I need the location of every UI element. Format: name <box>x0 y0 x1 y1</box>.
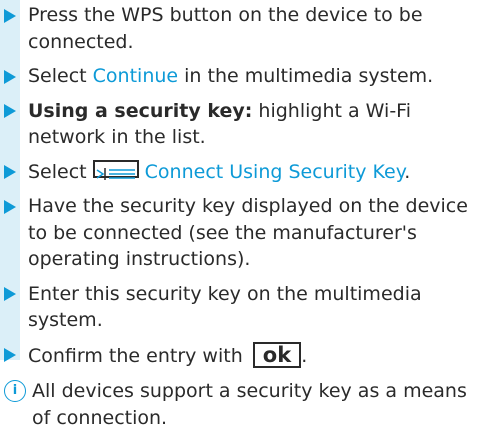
arrow-bullet-icon <box>4 98 28 118</box>
step-3-text: Using a security key: highlight a Wi-Fi … <box>28 98 481 151</box>
continue-menu-item: Continue <box>92 65 179 87</box>
info-note-text: All devices support a security key as a … <box>32 380 467 429</box>
step-5: Have the security key displayed on the d… <box>4 193 481 273</box>
step-3: Using a security key: highlight a Wi-Fi … <box>4 98 481 151</box>
arrow-bullet-icon <box>4 2 28 23</box>
step-6: Enter this security key on the multimedi… <box>4 281 481 334</box>
step-6-text: Enter this security key on the multimedi… <box>28 282 422 332</box>
info-icon: i <box>4 380 26 402</box>
arrow-bullet-icon <box>4 159 28 179</box>
step-5-text: Have the security key displayed on the d… <box>28 195 468 270</box>
step-1: Press the WPS button on the device to be… <box>4 2 481 55</box>
step-7: Confirm the entry with ok. <box>4 341 481 370</box>
step-4-suffix: . <box>404 160 411 183</box>
step-7-prefix: Confirm the entry with <box>28 344 249 367</box>
step-4-prefix: Select <box>28 160 93 183</box>
step-4-text: Select Connect Using Security Key. <box>28 159 481 186</box>
step-7-suffix: . <box>301 344 308 367</box>
step-2-suffix: in the multimedia system. <box>178 65 434 87</box>
arrow-bullet-icon <box>4 342 28 362</box>
arrow-bullet-icon <box>4 63 28 84</box>
step-2-prefix: Select <box>28 65 93 87</box>
ok-button-glyph: ok <box>252 341 302 368</box>
step-3-heading: Using a security key: <box>28 99 253 122</box>
menu-list-icon <box>92 159 139 180</box>
arrow-bullet-icon <box>4 281 28 301</box>
step-4: Select Connect Using Security Key. <box>4 159 481 186</box>
step-1-text: Press the WPS button on the device to be… <box>28 4 423 53</box>
instruction-list: Press the WPS button on the device to be… <box>4 2 481 431</box>
arrow-bullet-icon <box>4 193 28 214</box>
step-2-text: Select Continue in the multimedia system… <box>28 63 481 90</box>
step-7-text: Confirm the entry with ok. <box>28 341 481 370</box>
step-2: Select Continue in the multimedia system… <box>4 63 481 90</box>
info-note: i All devices support a security key as … <box>4 378 481 431</box>
connect-using-security-key-menu-item: Connect Using Security Key <box>144 160 405 183</box>
